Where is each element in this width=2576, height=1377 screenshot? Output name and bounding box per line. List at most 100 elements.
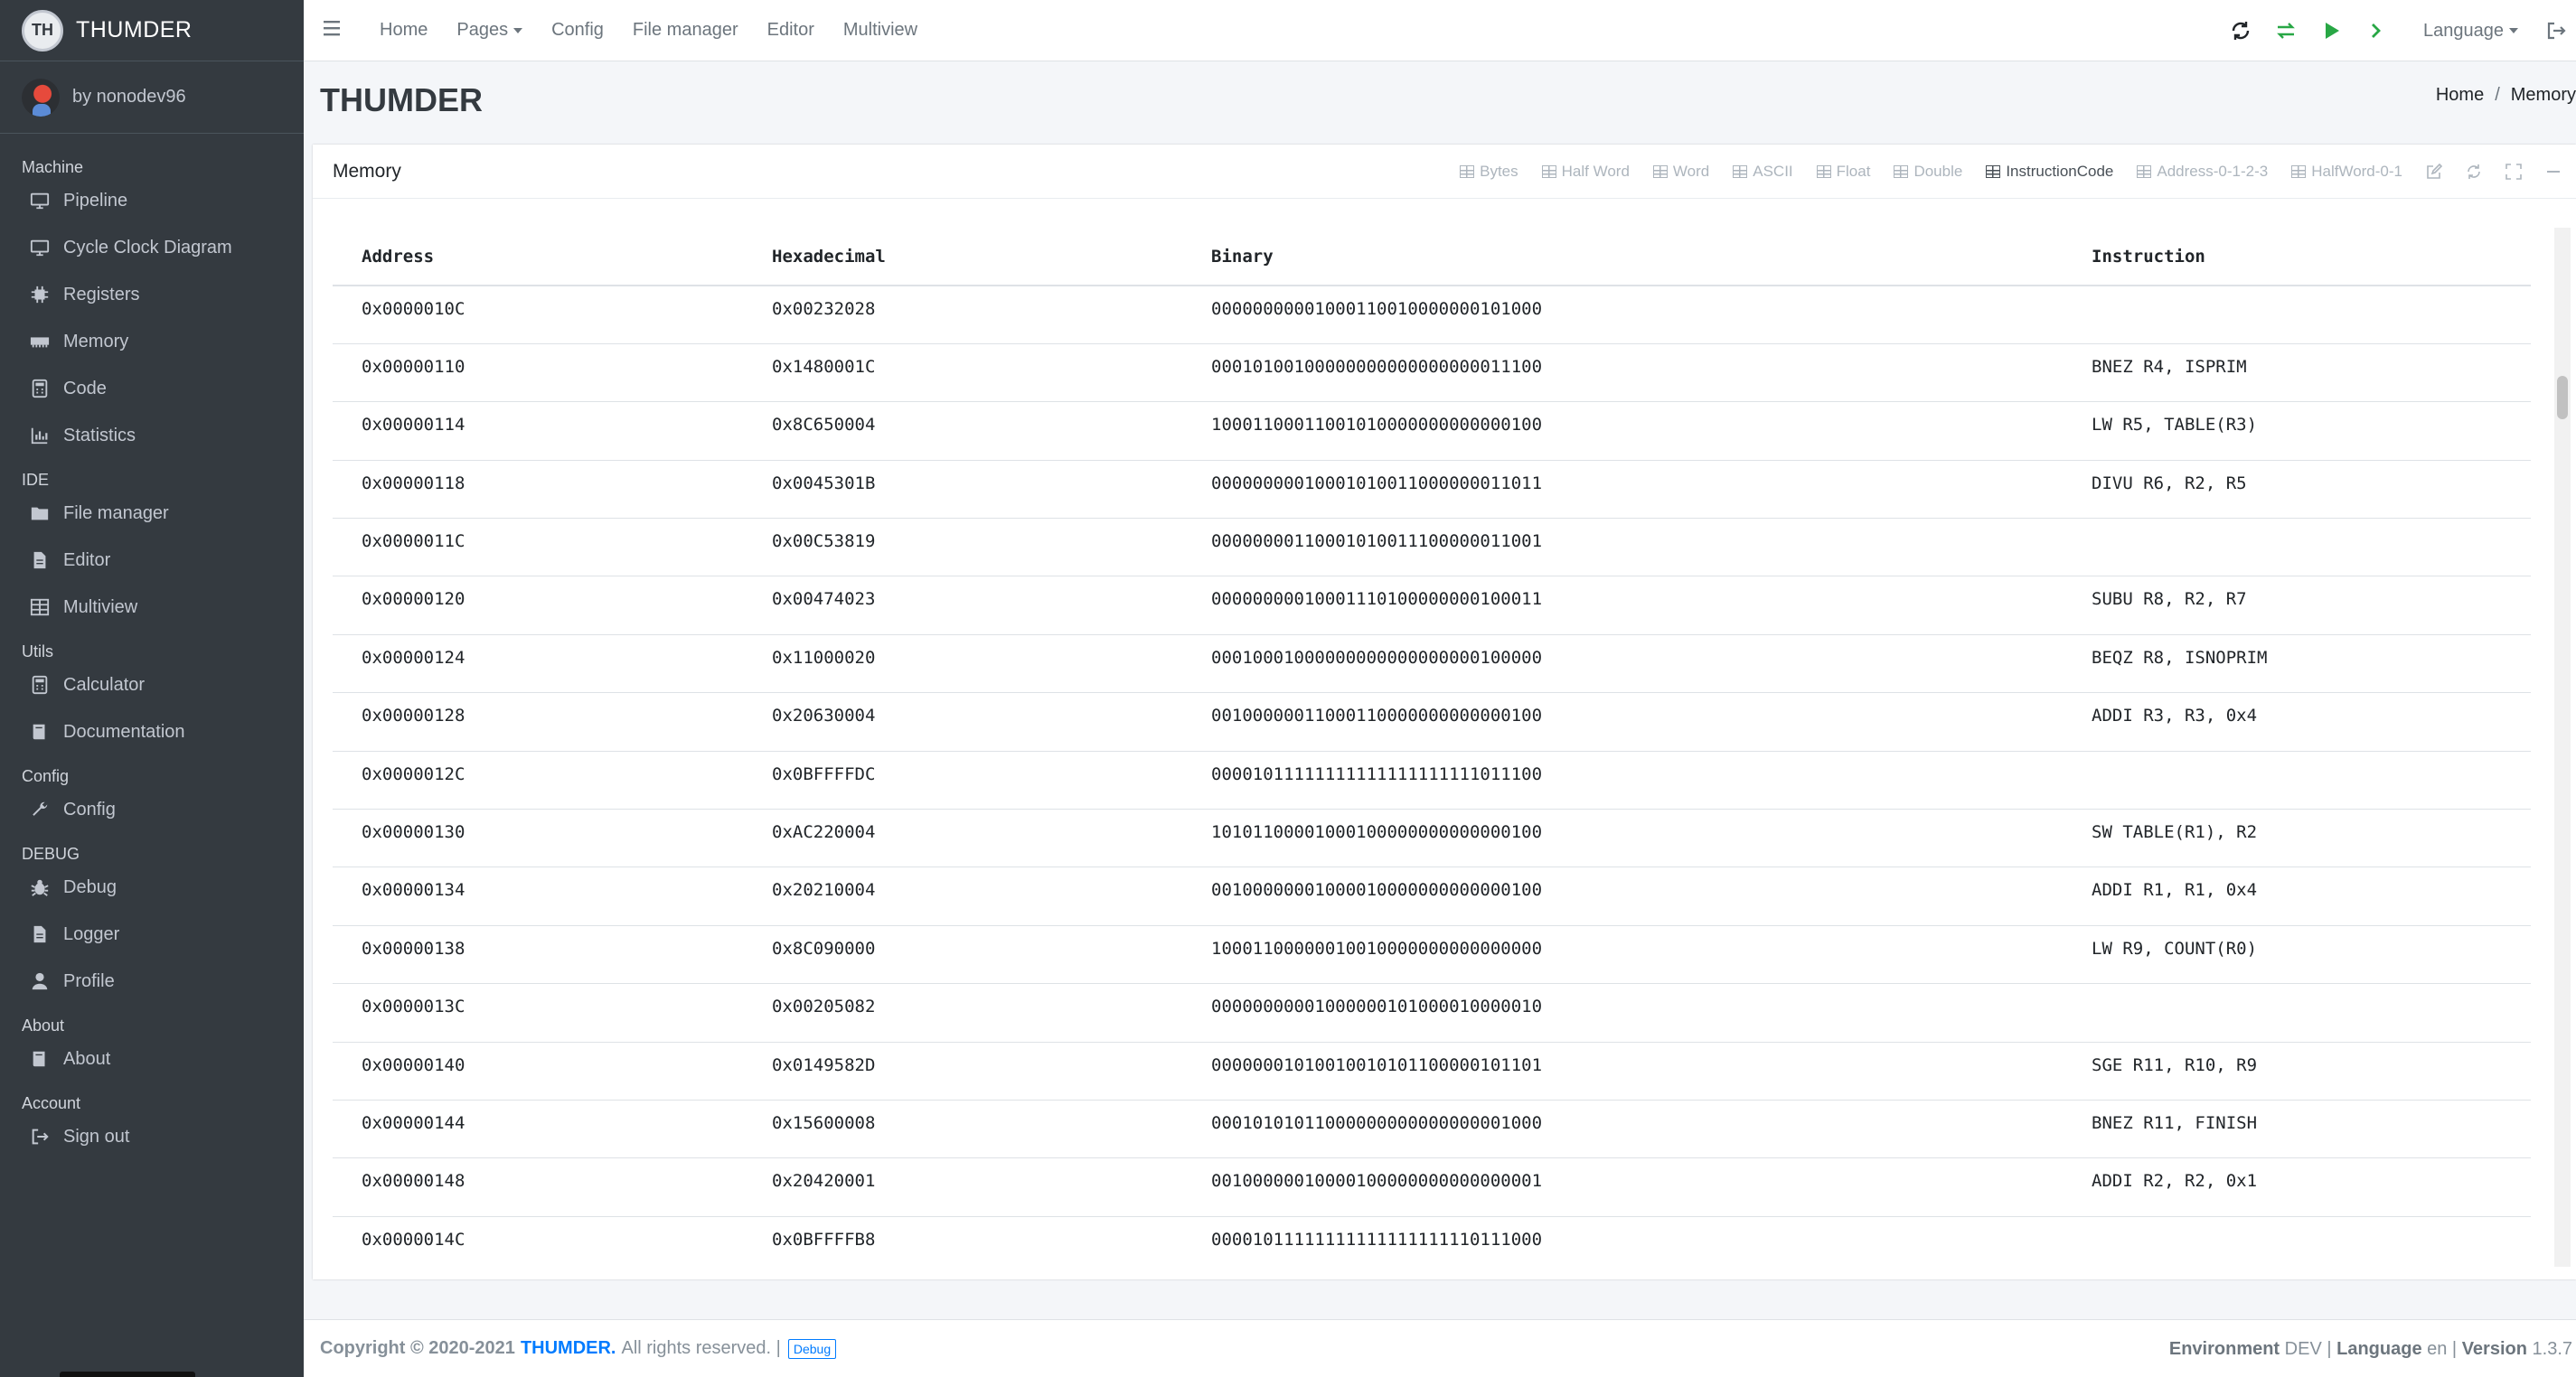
- column-header-binary[interactable]: Binary: [1182, 228, 2063, 286]
- memory-table-wrap[interactable]: Address Hexadecimal Binary Instruction 0…: [333, 228, 2531, 1267]
- tool-double[interactable]: Double: [1894, 163, 1962, 181]
- sidebar-item-label: File manager: [63, 502, 169, 523]
- footer-brand-link[interactable]: THUMDER.: [521, 1338, 616, 1359]
- nav-editor[interactable]: Editor: [767, 20, 814, 41]
- sidebar-item-config[interactable]: Config: [0, 786, 304, 833]
- breadcrumb-home[interactable]: Home: [2436, 85, 2484, 105]
- table-row[interactable]: 0x00000148 0x20420001 00100000010000100000…: [333, 1157, 2531, 1217]
- cell-address: 0x00000118: [333, 460, 743, 520]
- sidebar-item-pipeline[interactable]: Pipeline: [0, 177, 304, 224]
- sidebar: TH THUMDER by nonodev96 Machine Pipeline C…: [0, 0, 304, 1377]
- tool-halfword-0-1[interactable]: HalfWord-0-1: [2291, 163, 2402, 181]
- sidebar-item-registers[interactable]: Registers: [0, 271, 304, 318]
- cell-hexadecimal: 0x15600008: [743, 1100, 1182, 1159]
- brand-link[interactable]: TH THUMDER: [0, 0, 304, 61]
- refresh-icon[interactable]: [2466, 164, 2482, 180]
- table-row[interactable]: 0x00000128 0x20630004 00100000011000110000…: [333, 692, 2531, 752]
- table-row[interactable]: 0x0000012C 0x0BFFFFDC 00001011111111111111…: [333, 751, 2531, 810]
- table-row[interactable]: 0x00000138 0x8C090000 10001100000010010000…: [333, 925, 2531, 985]
- step-forward-icon[interactable]: [2365, 20, 2387, 42]
- sidebar-item-debug[interactable]: Debug: [0, 864, 304, 911]
- table-row[interactable]: 0x00000114 0x8C650004 10001100011001010000…: [333, 401, 2531, 461]
- sync-icon[interactable]: [2230, 20, 2252, 42]
- sign-out-icon[interactable]: [2545, 20, 2567, 42]
- sidebar-item-code[interactable]: Code: [0, 365, 304, 412]
- sidebar-item-sign-out[interactable]: Sign out: [0, 1113, 304, 1160]
- sidebar-item-calculator[interactable]: Calculator: [0, 661, 304, 708]
- tool-label: InstructionCode: [2006, 163, 2114, 180]
- book-icon: [29, 1048, 51, 1070]
- sidebar-item-statistics[interactable]: Statistics: [0, 412, 304, 459]
- table-row[interactable]: 0x00000118 0x0045301B 00000000010001010011…: [333, 460, 2531, 520]
- desktop-icon: [29, 237, 51, 258]
- table-row[interactable]: 0x0000011C 0x00C53819 00000000110001010011…: [333, 518, 2531, 577]
- language-dropdown[interactable]: Language: [2423, 21, 2518, 42]
- cell-binary: 00000000001000000101000010000010: [1182, 983, 2063, 1043]
- play-icon[interactable]: [2320, 20, 2342, 42]
- brand-logo-icon: TH: [22, 9, 63, 52]
- tool-ascii[interactable]: ASCII: [1733, 163, 1793, 181]
- tool-address-0-1-2-3[interactable]: Address-0-1-2-3: [2137, 163, 2268, 181]
- tool-instruction-code[interactable]: InstructionCode: [1986, 163, 2113, 181]
- table-row[interactable]: 0x00000134 0x20210004 00100000001000010000…: [333, 866, 2531, 926]
- table-row[interactable]: 0x00000144 0x15600008 00010101011000000000…: [333, 1100, 2531, 1159]
- nav-pages-dropdown[interactable]: Pages: [456, 20, 523, 41]
- cell-hexadecimal: 0x00232028: [743, 286, 1182, 344]
- tool-label: Half Word: [1561, 163, 1630, 180]
- nav-home[interactable]: Home: [380, 20, 428, 41]
- table-row[interactable]: 0x00000130 0xAC220004 10101100001000100000…: [333, 809, 2531, 868]
- cell-hexadecimal: 0x00C53819: [743, 518, 1182, 577]
- sidebar-item-file-manager[interactable]: File manager: [0, 490, 304, 537]
- expand-icon[interactable]: [2505, 164, 2522, 180]
- sidebar-scrollbar[interactable]: [60, 1372, 195, 1377]
- nav-config[interactable]: Config: [551, 20, 604, 41]
- tool-half-word[interactable]: Half Word: [1541, 163, 1630, 181]
- sidebar-item-label: Pipeline: [63, 190, 128, 211]
- chart-icon: [29, 425, 51, 446]
- exchange-icon[interactable]: [2275, 20, 2297, 42]
- sidebar-item-label: Multiview: [63, 596, 138, 617]
- nav-file-manager[interactable]: File manager: [633, 20, 738, 41]
- table-row[interactable]: 0x0000014C 0x0BFFFFB8 00001011111111111111…: [333, 1216, 2531, 1267]
- cell-address: 0x00000110: [333, 343, 743, 403]
- sidebar-item-label: About: [63, 1048, 111, 1069]
- menu-toggle-icon[interactable]: [324, 18, 363, 43]
- sidebar-item-memory[interactable]: Memory: [0, 318, 304, 365]
- sidebar-item-cycle-clock-diagram[interactable]: Cycle Clock Diagram: [0, 224, 304, 271]
- sidebar-item-editor[interactable]: Editor: [0, 537, 304, 584]
- tool-bytes[interactable]: Bytes: [1460, 163, 1518, 181]
- table-header-row: Address Hexadecimal Binary Instruction: [333, 228, 2531, 286]
- sidebar-item-label: Debug: [63, 876, 117, 897]
- footer: Copyright © 2020-2021 THUMDER. All right…: [304, 1319, 2576, 1377]
- column-header-instruction[interactable]: Instruction: [2063, 228, 2531, 286]
- column-header-address[interactable]: Address: [333, 228, 743, 286]
- tool-float[interactable]: Float: [1816, 163, 1870, 181]
- table-row[interactable]: 0x00000120 0x00474023 00000000010001110100…: [333, 576, 2531, 635]
- table-scrollbar[interactable]: [2554, 228, 2571, 1267]
- edit-icon[interactable]: [2426, 164, 2442, 180]
- sidebar-item-documentation[interactable]: Documentation: [0, 708, 304, 755]
- table-row[interactable]: 0x0000013C 0x00205082 00000000001000000101…: [333, 983, 2531, 1043]
- scrollbar-thumb[interactable]: [2557, 376, 2568, 419]
- cell-instruction: BNEZ R11, FINISH: [2063, 1100, 2531, 1159]
- sidebar-item-logger[interactable]: Logger: [0, 911, 304, 958]
- tool-word[interactable]: Word: [1652, 163, 1709, 181]
- sidebar-item-about[interactable]: About: [0, 1035, 304, 1082]
- nav-multiview[interactable]: Multiview: [843, 20, 917, 41]
- nav-header: Config: [22, 767, 70, 785]
- sidebar-item-multiview[interactable]: Multiview: [0, 584, 304, 631]
- table-row[interactable]: 0x00000110 0x1480001C 00010100100000000000…: [333, 343, 2531, 403]
- sidebar-item-label: Memory: [63, 331, 129, 351]
- table-row[interactable]: 0x00000140 0x0149582D 00000001010010010101…: [333, 1042, 2531, 1101]
- minus-icon[interactable]: [2545, 164, 2562, 180]
- sidebar-item-profile[interactable]: Profile: [0, 958, 304, 1005]
- sidebar-item-label: Sign out: [63, 1126, 130, 1147]
- user-panel[interactable]: by nonodev96: [0, 61, 304, 134]
- cell-binary: 00010001000000000000000000100000: [1182, 634, 2063, 694]
- nav-header: About: [22, 1016, 65, 1035]
- table-row[interactable]: 0x00000124 0x11000020 00010001000000000000…: [333, 634, 2531, 694]
- table-row[interactable]: 0x0000010C 0x00232028 00000000001000110010…: [333, 286, 2531, 344]
- column-header-hexadecimal[interactable]: Hexadecimal: [743, 228, 1182, 286]
- cell-binary: 00001011111111111111111111011100: [1182, 751, 2063, 810]
- table-icon: [1733, 165, 1748, 178]
